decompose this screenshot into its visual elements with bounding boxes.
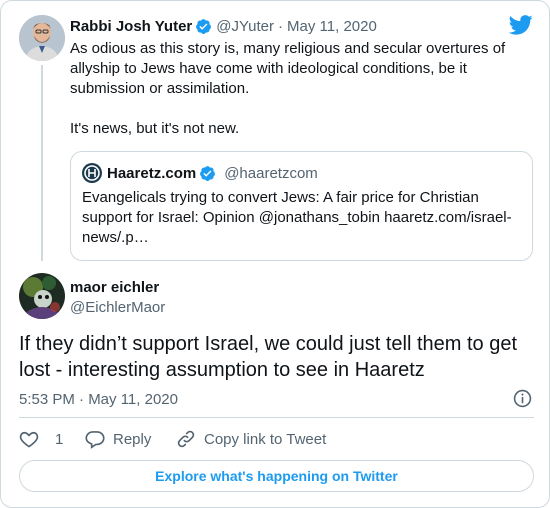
like-action[interactable]: 1	[19, 429, 63, 449]
quoted-tweet[interactable]: Haaretz.com @haaretzcom Evangelicals try…	[70, 151, 533, 261]
copy-link-label: Copy link to Tweet	[204, 430, 327, 448]
quoted-text-line: news/.p…	[82, 229, 149, 246]
handle[interactable]: @EichlerMaor	[70, 298, 165, 318]
reply-label: Reply	[113, 430, 152, 448]
thread-connector-line	[41, 65, 43, 261]
info-icon[interactable]	[513, 389, 532, 408]
embedded-tweet-card: Rabbi Josh Yuter @JYuter · May 11, 2020 …	[0, 0, 550, 508]
tweet-text: As odious as this story is, many religio…	[70, 39, 540, 139]
tweet-text-line: It's news, but it's not new.	[70, 120, 240, 137]
like-count: 1	[55, 430, 64, 448]
quoted-text-line: Evangelicals trying to convert Jews: A f…	[82, 189, 479, 206]
copy-link-action[interactable]: Copy link to Tweet	[176, 429, 326, 449]
reply-icon	[85, 431, 105, 449]
link-icon	[177, 430, 195, 448]
tweet-text-line: As odious as this story is, many religio…	[70, 40, 506, 57]
person-photo	[19, 15, 65, 61]
avatar-maor-eichler[interactable]	[19, 273, 65, 319]
tweet-text-line: allyship to Jews have come with ideologi…	[70, 60, 467, 77]
avatar-josh-yuter[interactable]	[19, 15, 65, 61]
quoted-tweet-text: Evangelicals trying to convert Jews: A f…	[82, 188, 527, 248]
verified-badge-icon	[196, 18, 212, 34]
twitter-bird-icon[interactable]	[509, 15, 533, 35]
divider	[19, 417, 534, 418]
profile-photo	[19, 273, 65, 319]
quoted-text-line: support for Israel: Opinion @jonathans_t…	[82, 209, 512, 226]
timestamp[interactable]: 5:53 PM · May 11, 2020	[19, 389, 178, 409]
tweet-text-line: submission or assimilation.	[70, 80, 250, 97]
quoted-handle[interactable]: @haaretzcom	[224, 165, 318, 182]
haaretz-logo-icon	[82, 163, 102, 183]
tweet-date[interactable]: May 11, 2020	[287, 18, 377, 35]
main-tweet-text: If they didn’t support Israel, we could …	[19, 331, 534, 383]
reply-action[interactable]: Reply	[85, 429, 151, 449]
quoted-tweet-header: Haaretz.com @haaretzcom	[82, 163, 318, 183]
verified-badge-icon	[200, 165, 216, 181]
main-tweet-text-line: If they didn’t support Israel, we could …	[19, 333, 518, 355]
main-tweet-text-line: lost - interesting assumption to see in …	[19, 359, 425, 381]
separator-dot: ·	[278, 17, 284, 35]
display-name[interactable]: Rabbi Josh Yuter	[70, 18, 192, 35]
handle[interactable]: @JYuter	[216, 18, 274, 35]
tweet-header: Rabbi Josh Yuter @JYuter · May 11, 2020	[70, 16, 377, 36]
explore-button[interactable]: Explore what's happening on Twitter	[19, 460, 534, 492]
quoted-display-name[interactable]: Haaretz.com	[107, 165, 196, 182]
display-name[interactable]: maor eichler	[70, 278, 165, 298]
main-tweet-author: maor eichler @EichlerMaor	[70, 278, 165, 318]
heart-icon	[19, 431, 39, 448]
